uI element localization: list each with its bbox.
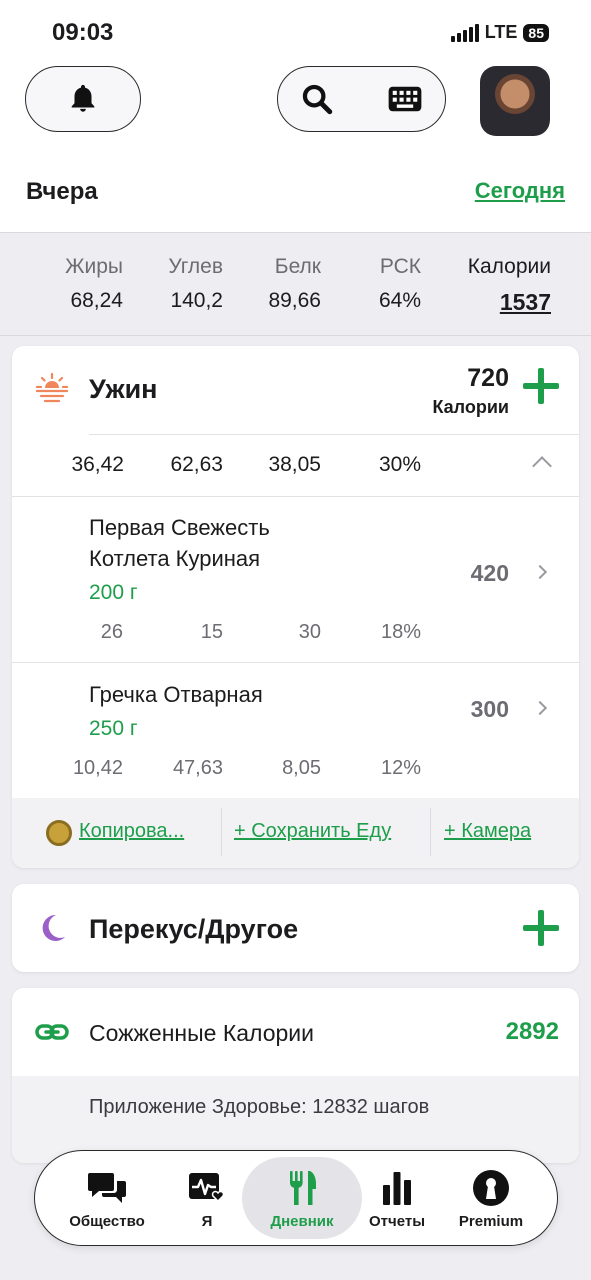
- nav-label: Общество: [69, 1213, 145, 1230]
- summary-label: Углев: [168, 255, 223, 278]
- macro-carbs: 62,63: [170, 453, 223, 476]
- tools-pill: [277, 66, 446, 132]
- health-icon: [189, 1173, 225, 1203]
- summary-label: Калории: [467, 255, 551, 278]
- summary-calories[interactable]: Калории 1537: [468, 255, 551, 316]
- nav-item-community[interactable]: Общество: [57, 1151, 157, 1244]
- food-macro-rdi: 18%: [380, 621, 421, 643]
- chat-icon: [88, 1173, 126, 1203]
- top-bar: Вчера Сегодня: [0, 60, 591, 232]
- meal-card-snack[interactable]: Перекус/Другое: [12, 884, 579, 972]
- meal-actions: Копирова... + Сохранить Еду + Камера: [12, 798, 579, 868]
- food-name: Первая Свежесть Котлета Куриная: [89, 512, 270, 574]
- food-portion: 250 г: [89, 717, 138, 740]
- meal-header[interactable]: Ужин 720 Калории: [12, 346, 579, 434]
- summary-label: РСК: [379, 255, 421, 278]
- burned-title: Сожженные Калории: [89, 1020, 314, 1046]
- summary-value: 140,2: [170, 289, 223, 312]
- keyhole-icon: [473, 1170, 509, 1206]
- bell-icon: [71, 84, 95, 112]
- chevron-right-icon: [532, 700, 548, 716]
- status-time: 09:03: [52, 19, 114, 46]
- keyboard-icon[interactable]: [387, 84, 423, 114]
- add-food-button[interactable]: [523, 910, 559, 946]
- nav-label: Отчеты: [368, 1213, 426, 1230]
- fork-knife-icon: [290, 1171, 316, 1205]
- moon-icon: [42, 914, 65, 941]
- add-food-button[interactable]: [523, 368, 559, 404]
- summary-value: 64%: [378, 289, 421, 312]
- sunset-icon: [35, 372, 69, 406]
- food-macro-fat: 10,42: [72, 757, 123, 779]
- date-prev-label[interactable]: Вчера: [26, 178, 98, 206]
- food-calories: 420: [470, 560, 509, 586]
- bar-chart-icon: [383, 1172, 411, 1205]
- food-name: Гречка Отварная: [89, 682, 263, 707]
- food-macro-protein: 8,05: [282, 757, 321, 779]
- food-name-line: Котлета Куриная: [89, 546, 261, 571]
- camera-button[interactable]: + Камера: [444, 820, 531, 843]
- nav-label: Premium: [458, 1213, 524, 1230]
- food-macro-rdi: 12%: [380, 757, 421, 779]
- divider: [89, 434, 579, 435]
- food-macro-protein: 30: [298, 621, 321, 643]
- summary-value: 1537: [499, 289, 551, 315]
- summary-rdi: РСК 64%: [379, 255, 421, 313]
- network-label: LTE: [484, 22, 518, 42]
- summary-carbs: Углев 140,2: [168, 255, 223, 313]
- summary-label: Жиры: [65, 255, 123, 278]
- burned-value: 2892: [505, 1018, 559, 1045]
- divider: [12, 496, 579, 497]
- save-food-button[interactable]: + Сохранить Еду: [234, 820, 391, 843]
- divider: [12, 662, 579, 663]
- food-name-line: Первая Свежесть: [89, 515, 270, 540]
- bottom-nav: Общество Я Дневник Отчеты Premium: [34, 1150, 558, 1246]
- summary-value: 68,24: [70, 289, 123, 312]
- chevron-right-icon: [532, 564, 548, 580]
- meal-title: Ужин: [89, 374, 158, 404]
- nav-item-reports[interactable]: Отчеты: [347, 1151, 447, 1244]
- summary-value: 89,66: [268, 289, 321, 312]
- food-portion: 200 г: [89, 581, 138, 604]
- macro-rdi: 30%: [378, 453, 421, 476]
- date-today-link[interactable]: Сегодня: [475, 178, 565, 204]
- food-macro-fat: 26: [100, 621, 123, 643]
- coin-icon: [46, 820, 72, 846]
- signal-icon: [450, 23, 479, 42]
- summary-protein: Белк 89,66: [268, 255, 321, 313]
- status-indicators: LTE 85: [450, 22, 549, 43]
- macro-protein: 38,05: [268, 453, 321, 476]
- search-icon[interactable]: [300, 82, 334, 116]
- link-icon: [35, 1024, 69, 1040]
- nav-item-premium[interactable]: Premium: [441, 1151, 541, 1244]
- nav-label: Я: [201, 1213, 213, 1230]
- divider: [430, 808, 431, 856]
- meal-calories-label: Калории: [432, 397, 509, 417]
- meal-title: Перекус/Другое: [89, 914, 299, 944]
- collapse-chevron-icon[interactable]: [532, 456, 552, 476]
- meal-calories-value: 720: [467, 364, 509, 392]
- copy-button[interactable]: Копирова...: [79, 820, 184, 843]
- macro-fat: 36,42: [71, 453, 124, 476]
- nav-item-me[interactable]: Я: [157, 1151, 257, 1244]
- food-macro-carbs: 15: [200, 621, 223, 643]
- avatar[interactable]: [480, 66, 550, 136]
- food-macro-carbs: 47,63: [172, 757, 223, 779]
- nav-label: Дневник: [270, 1213, 334, 1230]
- burned-source-text: Приложение Здоровье: 12832 шагов: [89, 1096, 430, 1118]
- status-bar: 09:03 LTE 85: [0, 0, 591, 60]
- summary-fat: Жиры 68,24: [65, 255, 123, 313]
- nav-item-diary[interactable]: Дневник: [252, 1151, 352, 1244]
- food-calories: 300: [470, 696, 509, 722]
- battery-icon: 85: [523, 23, 549, 42]
- meal-card-dinner: Ужин 720 Калории 36,42 62,63 38,05 30% П…: [12, 346, 579, 868]
- meal-calories: 720 Калории: [432, 364, 509, 418]
- divider: [221, 808, 222, 856]
- notifications-button[interactable]: [25, 66, 141, 132]
- daily-summary: Жиры 68,24 Углев 140,2 Белк 89,66 РСК 64…: [0, 232, 591, 336]
- burned-calories-card: Сожженные Калории 2892 Приложение Здоров…: [12, 988, 579, 1163]
- summary-label: Белк: [274, 255, 321, 278]
